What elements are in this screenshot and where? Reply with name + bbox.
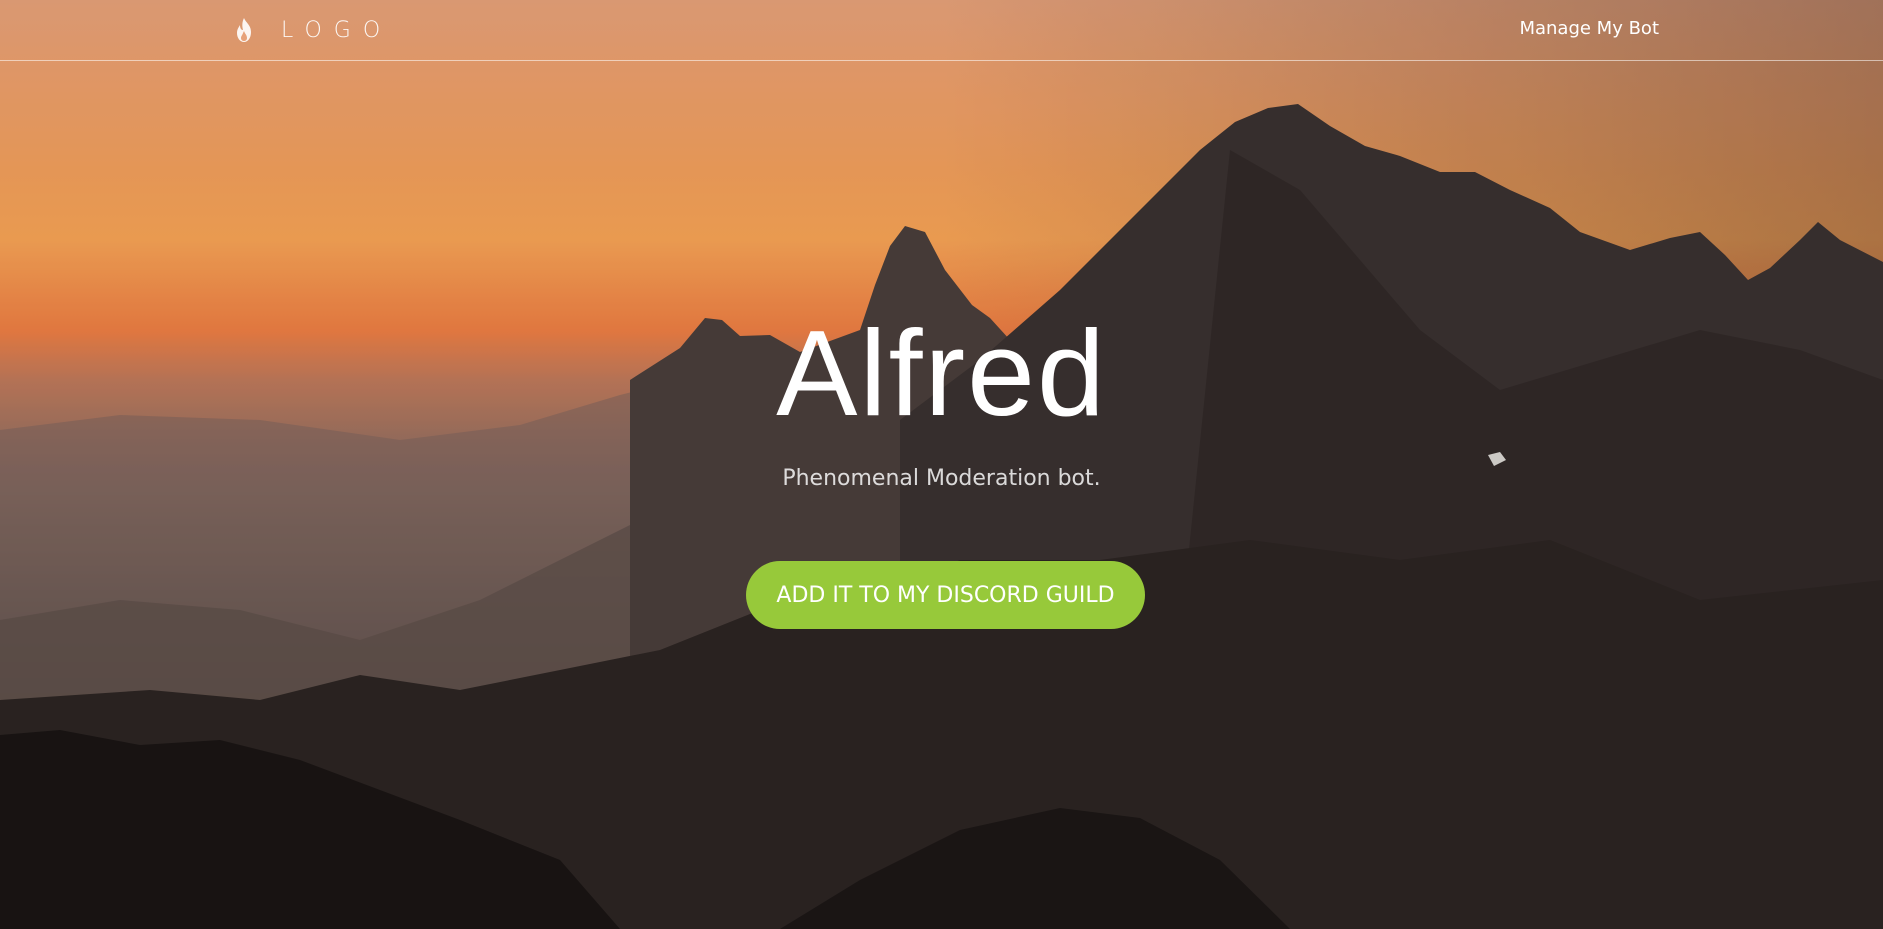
- logo-text: LOGO: [281, 17, 393, 43]
- flame-icon: [237, 18, 251, 42]
- hero-section: [0, 0, 1883, 929]
- top-navbar: LOGO Manage My Bot: [0, 0, 1883, 61]
- hero-tagline: Phenomenal Moderation bot.: [782, 466, 1101, 491]
- hero-title: Alfred: [776, 305, 1107, 441]
- manage-my-bot-link[interactable]: Manage My Bot: [1519, 18, 1659, 39]
- add-to-discord-button[interactable]: ADD IT TO MY DISCORD GUILD: [746, 561, 1145, 629]
- logo[interactable]: LOGO: [233, 14, 392, 46]
- hero-overlay: [0, 0, 1883, 929]
